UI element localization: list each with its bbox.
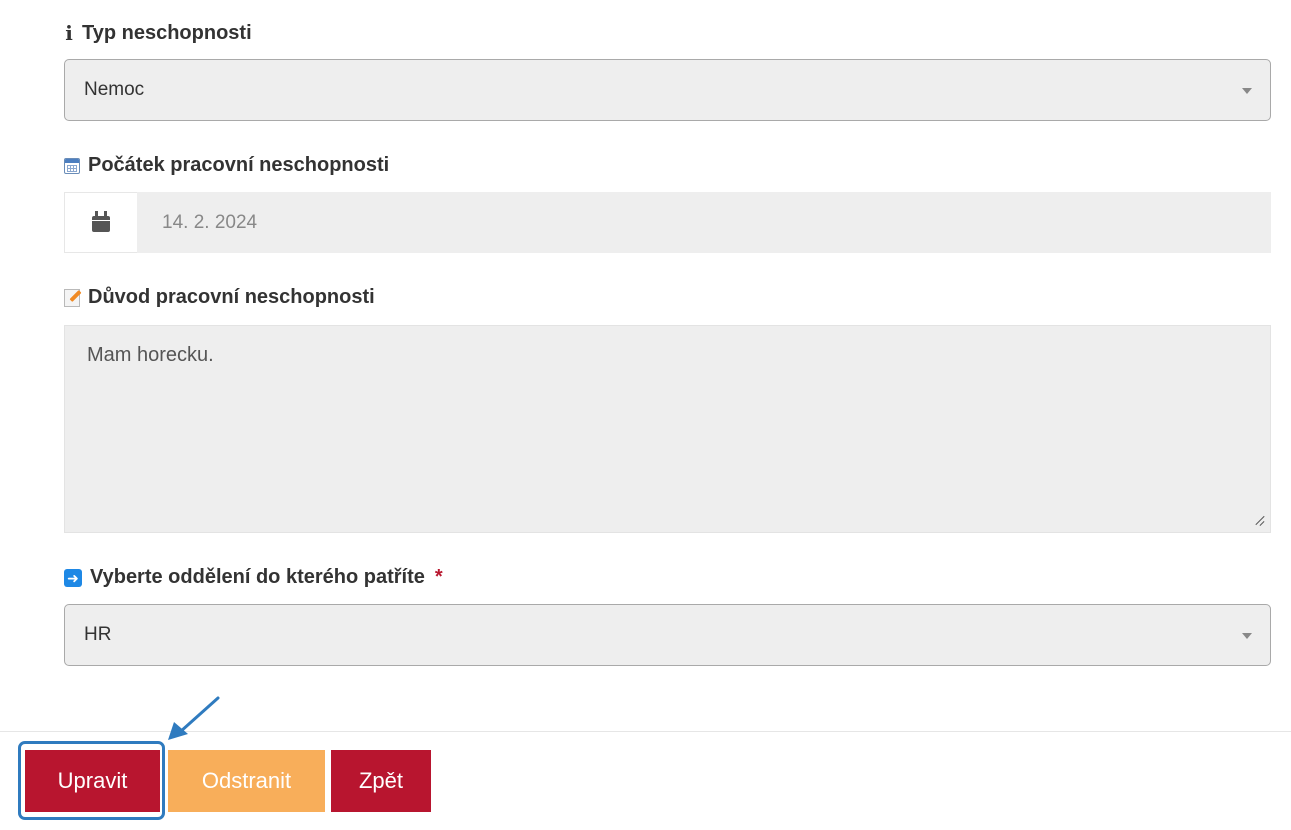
type-label-text: Typ neschopnosti	[82, 21, 252, 44]
department-select-value: HR	[84, 624, 112, 645]
start-date-label: Počátek pracovní neschopnosti	[64, 154, 389, 177]
type-select-value: Nemoc	[84, 79, 145, 100]
arrow-right-icon: ➜	[64, 568, 82, 587]
sick-leave-form: i Typ neschopnosti Nemoc Počátek pracovn…	[0, 0, 1291, 830]
department-label-text: Vyberte oddělení do kterého patříte	[90, 566, 425, 588]
back-button[interactable]: Zpět	[331, 750, 431, 812]
reason-textarea[interactable]: Mam horecku.	[64, 325, 1271, 533]
edit-icon	[64, 288, 80, 307]
start-date-label-text: Počátek pracovní neschopnosti	[88, 154, 390, 176]
info-icon: i	[65, 21, 73, 45]
type-select[interactable]: Nemoc	[64, 59, 1271, 121]
required-mark: *	[434, 566, 443, 588]
start-date-group	[64, 192, 1271, 253]
resize-handle-icon[interactable]	[1254, 514, 1266, 526]
delete-button[interactable]: Odstranit	[168, 750, 325, 812]
start-date-input[interactable]	[137, 192, 1271, 253]
reason-label: Důvod pracovní neschopnosti	[64, 286, 375, 309]
reason-label-text: Důvod pracovní neschopnosti	[88, 286, 375, 308]
date-addon[interactable]	[64, 192, 137, 253]
department-select[interactable]: HR	[64, 604, 1271, 666]
calendar-icon	[64, 157, 80, 174]
edit-button[interactable]: Upravit	[25, 750, 160, 812]
type-label: i Typ neschopnosti	[64, 21, 252, 45]
chevron-down-icon	[1242, 88, 1252, 94]
chevron-down-icon	[1242, 633, 1252, 639]
department-label: ➜ Vyberte oddělení do kterého patříte *	[64, 566, 443, 589]
pointer-arrow-icon	[168, 696, 220, 740]
calendar-solid-icon	[92, 211, 110, 232]
